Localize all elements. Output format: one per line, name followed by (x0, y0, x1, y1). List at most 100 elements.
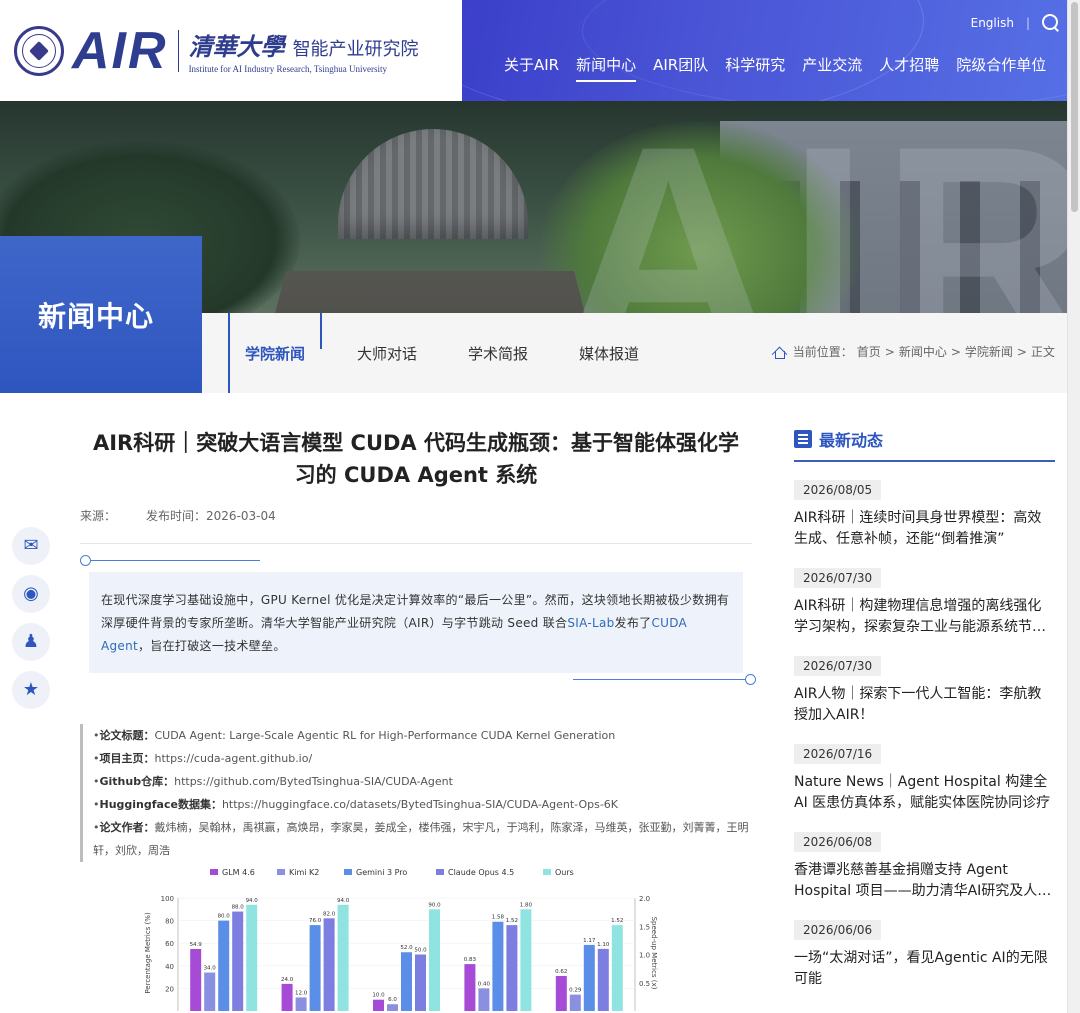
bar-value-label: 88.0 (232, 905, 245, 911)
legend-swatch (277, 869, 285, 875)
nav-careers[interactable]: 人才招聘 (879, 54, 939, 82)
favorite-button[interactable]: ★ (12, 671, 50, 709)
y-tick-left: 100 (161, 895, 174, 903)
news-title[interactable]: AIR科研｜连续时间具身世界模型：高效生成、任意补帧，还能“倒着推演” (794, 508, 1055, 550)
news-title[interactable]: Nature News｜Agent Hospital 构建全 AI 医患仿真体系… (794, 772, 1055, 814)
news-title[interactable]: AIR科研｜构建物理信息增强的离线强化学习架构，探索复杂工业与能源系统节能优化 (794, 596, 1055, 638)
news-title[interactable]: AIR人物｜探索下一代人工智能：李航教授加入AIR！ (794, 684, 1055, 726)
tab-media-reports[interactable]: 媒体报道 (579, 313, 639, 393)
page-scrollbar[interactable] (1067, 0, 1080, 1013)
bar-value-label: 6.0 (388, 997, 397, 1003)
source-label: 来源： (80, 509, 117, 523)
breadcrumb-home[interactable]: 首页 (857, 343, 881, 360)
news-date: 2026/07/16 (794, 744, 882, 764)
y-axis-label-right: Speed-up Metrics (x) (650, 917, 658, 990)
huggingface-key: Huggingface数据集： (99, 798, 222, 811)
chart-bar (611, 925, 623, 1011)
breadcrumb-institute-news[interactable]: 学院新闻 (965, 343, 1013, 360)
tsinghua-seal-icon (14, 25, 64, 76)
y-tick-right: 2.0 (639, 895, 650, 903)
weibo-share-button[interactable]: ◉ (12, 575, 50, 613)
news-date: 2026/07/30 (794, 568, 882, 588)
breadcrumb-news-center[interactable]: 新闻中心 (899, 343, 947, 360)
tab-master-dialogue[interactable]: 大师对话 (357, 313, 417, 393)
paper-info: •论文标题：CUDA Agent: Large-Scale Agentic RL… (80, 724, 752, 862)
share-bar: ✉ ◉ ♟ ★ (12, 527, 50, 709)
chart-bar (583, 944, 595, 1011)
hero-banner: AIR 新闻中心 学院新闻 大师对话 学术简报 媒体报道 当前位置： 首页 > … (0, 101, 1067, 393)
favorite-icon: ★ (22, 679, 40, 700)
chart-bar (323, 918, 335, 1011)
main-nav: 关于AIR 新闻中心 AIR团队 科学研究 产业交流 人才招聘 院级合作单位 (504, 54, 1046, 82)
news-item[interactable]: 2026/07/30 AIR人物｜探索下一代人工智能：李航教授加入AIR！ (794, 655, 1055, 726)
y-tick-right: 0.5 (639, 980, 650, 988)
bar-value-label: 34.0 (204, 966, 217, 972)
news-item[interactable]: 2026/07/30 AIR科研｜构建物理信息增强的离线强化学习架构，探索复杂工… (794, 567, 1055, 638)
github-row: •Github仓库：https://github.com/BytedTsingh… (93, 775, 453, 788)
util-separator: | (1025, 16, 1030, 30)
sidebar-title: 最新动态 (819, 431, 884, 450)
chart-bar (401, 952, 412, 1011)
nav-about[interactable]: 关于AIR (504, 54, 559, 82)
bar-value-label: 82.0 (323, 911, 336, 917)
project-page-link[interactable]: https://cuda-agent.github.io/ (155, 752, 313, 765)
qq-share-button[interactable]: ♟ (12, 623, 50, 661)
bar-value-label: 1.80 (520, 902, 533, 908)
chart-bar (218, 920, 230, 1011)
page: AIR 清華大學 智能产业研究院 Institute for AI Indust… (0, 0, 1080, 1013)
bar-value-label: 1.58 (492, 915, 505, 921)
nav-team[interactable]: AIR团队 (653, 54, 708, 82)
nav-news-center[interactable]: 新闻中心 (576, 54, 637, 82)
latest-news-sidebar: 最新动态 2026/08/05 AIR科研｜连续时间具身世界模型：高效生成、任意… (794, 393, 1055, 990)
paper-title-value: CUDA Agent: Large-Scale Agentic RL for H… (154, 729, 616, 742)
sidebar-header: 最新动态 (794, 427, 1055, 462)
news-item[interactable]: 2026/06/06 一场“太湖对话”，看见Agentic AI的无限可能 (794, 919, 1055, 990)
y-tick-left: 60 (165, 940, 174, 948)
article-title: AIR科研｜突破大语言模型 CUDA 代码生成瓶颈：基于智能体强化学习的 CUD… (92, 431, 739, 487)
scrollbar-thumb[interactable] (1071, 2, 1078, 212)
nav-industry[interactable]: 产业交流 (802, 54, 862, 82)
y-tick-left: 20 (165, 985, 174, 993)
bar-value-label: 52.0 (400, 945, 413, 951)
github-key: Github仓库： (99, 775, 175, 788)
search-icon[interactable] (1042, 14, 1060, 32)
sia-lab-link[interactable]: SIA-Lab (567, 616, 614, 630)
huggingface-link[interactable]: https://huggingface.co/datasets/BytedTsi… (222, 798, 618, 811)
logo-tsinghua-script: 清華大學 (188, 32, 285, 61)
wechat-share-button[interactable]: ✉ (12, 527, 50, 565)
github-link[interactable]: https://github.com/BytedTsinghua-SIA/CUD… (174, 775, 453, 788)
date-label: 发布时间： (146, 509, 207, 523)
bar-value-label: 94.0 (246, 898, 259, 904)
news-item[interactable]: 2026/08/05 AIR科研｜连续时间具身世界模型：高效生成、任意补帧，还能… (794, 479, 1055, 550)
bar-value-label: 12.0 (295, 990, 308, 996)
news-item[interactable]: 2026/06/08 香港谭兆慈善基金捐赠支持 Agent Hospital 项… (794, 831, 1055, 902)
news-date: 2026/06/06 (794, 920, 882, 940)
chart-bar (246, 904, 258, 1011)
tab-institute-news[interactable]: 学院新闻 (228, 313, 323, 393)
qq-icon: ♟ (22, 631, 40, 652)
news-title[interactable]: 一场“太湖对话”，看见Agentic AI的无限可能 (794, 948, 1055, 990)
tab-academic-brief[interactable]: 学术简报 (468, 313, 528, 393)
paper-title-key: 论文标题： (99, 729, 155, 742)
news-date: 2026/08/05 (794, 480, 882, 500)
article: AIR科研｜突破大语言模型 CUDA 代码生成瓶颈：基于智能体强化学习的 CUD… (80, 393, 756, 1011)
top-utility: English | (971, 14, 1060, 32)
nav-research[interactable]: 科学研究 (725, 54, 785, 82)
legend-swatch (543, 869, 551, 875)
y-tick-right: 1.5 (639, 923, 650, 931)
logo-area[interactable]: AIR 清華大學 智能产业研究院 Institute for AI Indust… (0, 0, 462, 101)
article-intro: 在现代深度学习基础设施中，GPU Kernel 优化是决定计算效率的“最后一公里… (89, 572, 743, 673)
chart-bar (597, 948, 609, 1011)
bar-value-label: 10.0 (372, 993, 385, 999)
news-title[interactable]: 香港谭兆慈善基金捐赠支持 Agent Hospital 项目——助力清华AI研究… (794, 860, 1055, 902)
breadcrumb-sep: > (884, 344, 895, 359)
logo-english-name: Institute for AI Industry Research, Tsin… (188, 64, 387, 74)
y-tick-left: 40 (165, 963, 174, 971)
legend-label: Ours (555, 868, 574, 877)
y-tick-right: 1.0 (639, 952, 650, 960)
nav-partners[interactable]: 院级合作单位 (956, 54, 1046, 82)
news-item[interactable]: 2026/07/16 Nature News｜Agent Hospital 构建… (794, 743, 1055, 814)
english-link[interactable]: English (971, 16, 1014, 30)
bar-value-label: 0.29 (569, 988, 582, 994)
authors-value: 戴炜楠，吴翰林，禹祺赢，高焕昂，李家昊，姜成全，楼伟强，宋宇凡，于鸿利，陈家泽，… (93, 821, 749, 857)
